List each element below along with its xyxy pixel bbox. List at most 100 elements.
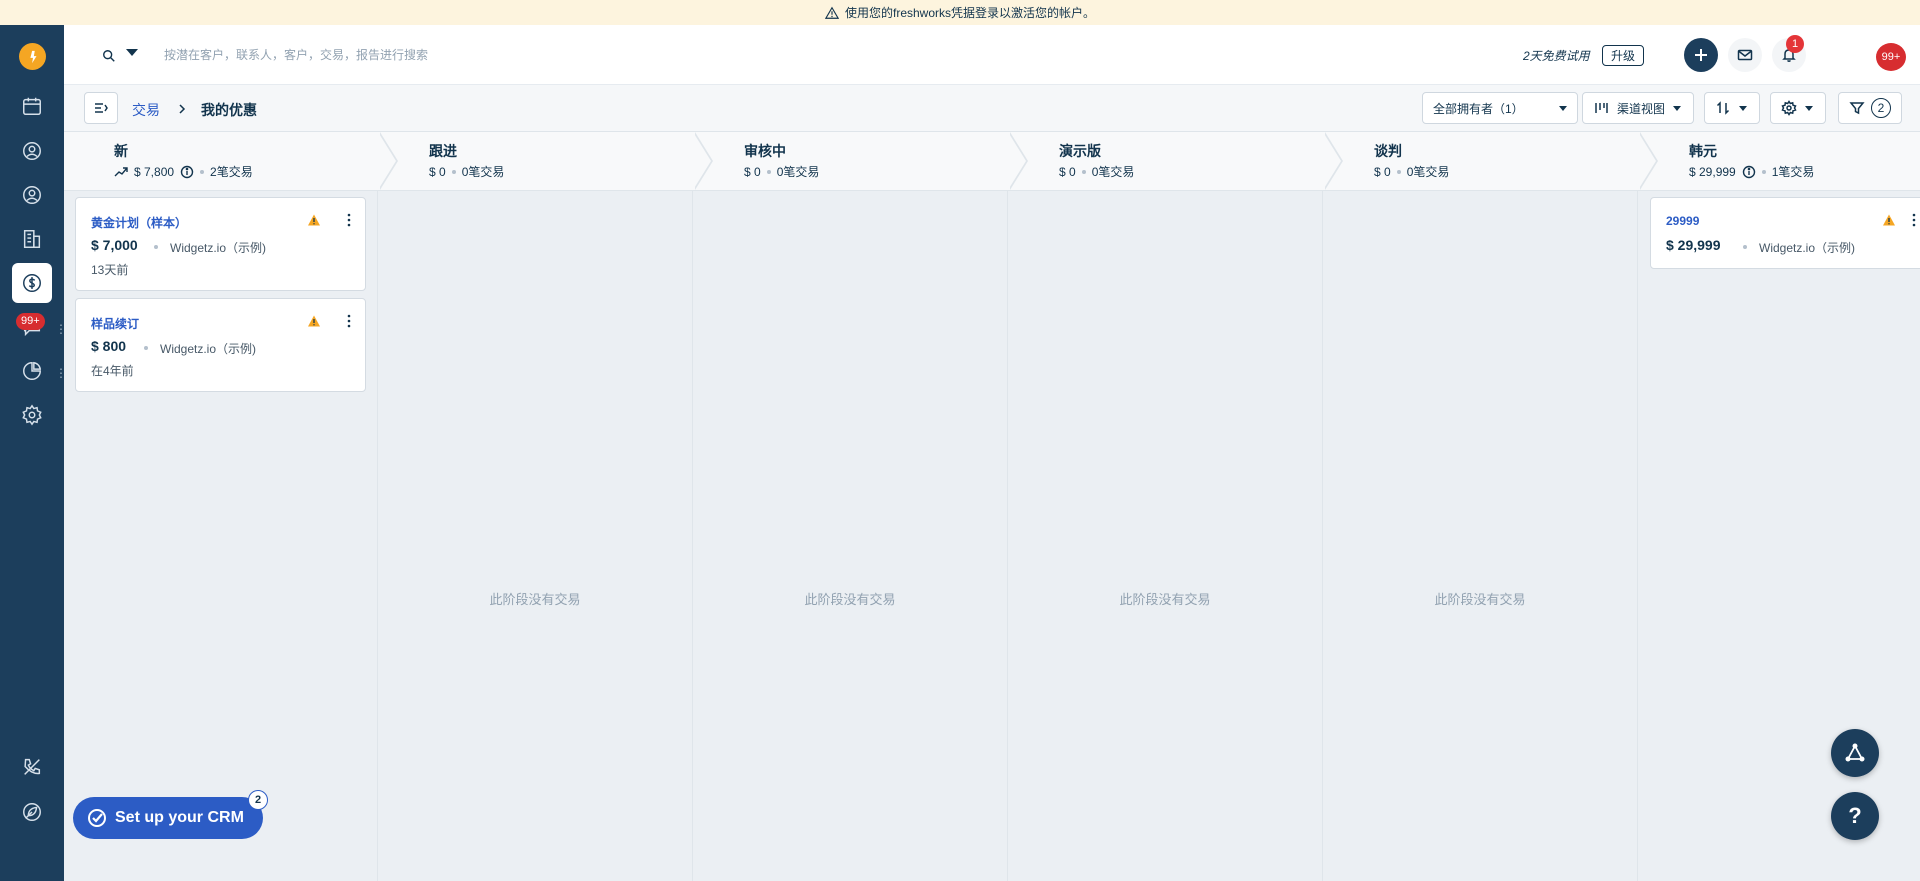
warning-icon [824,6,839,19]
collapse-list-icon [95,103,108,113]
deal-card[interactable]: 样品续订 $ 800 Widgetz.io（示例) 在4年前 [75,298,366,392]
stage-amount: $ 0 [744,164,761,179]
chevron-down-icon [1739,105,1747,111]
stage-header-won: 韩元 $ 29,999 1笔交易 [1638,132,1920,190]
stage-deal-count: 0笔交易 [776,165,820,179]
stage-deal-count: 2笔交易 [210,165,253,179]
stage-column-negotiation: 此阶段没有交易 [1323,191,1638,881]
workflow-fab-button[interactable] [1831,729,1879,777]
help-icon: ? [1848,803,1862,828]
stage-header-review: 审核中 $ 0 0笔交易 [693,132,1028,190]
owner-filter-label: 全部拥有者（1） [1433,101,1524,116]
owner-filter-select[interactable]: 全部拥有者（1） [1422,92,1578,124]
stage-summary: $ 29,999 1笔交易 [1689,163,1814,180]
stage-name: 演示版 [1059,143,1101,159]
trial-text: 2天免费试用 [1523,49,1590,63]
sidebar-item-deals[interactable] [12,263,52,303]
filter-icon [1849,102,1865,115]
quick-add-button[interactable] [1684,38,1718,72]
email-button[interactable] [1728,38,1762,72]
deal-amount: $ 29,999 [1666,237,1721,253]
stage-amount: $ 0 [429,164,446,179]
sidebar-item-users[interactable] [12,175,52,215]
sidebar-item-settings[interactable] [12,395,52,435]
deals-toolbar: 交易 我的优惠 全部拥有者（1） 渠道视图 2 [64,85,1920,132]
deal-company-link[interactable]: Widgetz.io（示例) [160,340,256,357]
sidebar-item-reports[interactable] [12,351,52,391]
mail-icon [1737,49,1753,61]
pipeline-board: 新 $ 7,800 2笔交易 跟进 $ 0 0笔交易 审核中 $ 0 0笔交易 … [64,132,1920,881]
trend-up-icon [114,166,128,176]
deal-card[interactable]: 29999 $ 29,999 Widgetz.io（示例) [1650,197,1920,269]
more-options-icon[interactable] [1907,212,1920,228]
stage-summary: $ 7,800 2笔交易 [114,163,253,180]
upgrade-button[interactable]: 升级 [1602,45,1645,66]
conversations-badge: 99+ [16,313,45,330]
stage-summary: $ 0 0笔交易 [429,163,504,180]
settings-icon [22,404,42,426]
filter-button[interactable]: 2 [1838,92,1902,124]
info-icon[interactable] [1742,165,1756,179]
deal-card[interactable]: 黄金计划（样本） $ 7,000 Widgetz.io（示例) 13天前 [75,197,366,291]
deal-title-link[interactable]: 29999 [1666,214,1699,228]
chevron-down-icon [1559,105,1567,111]
stage-amount: $ 7,800 [134,164,175,179]
help-button[interactable]: ? [1831,792,1879,840]
accounts-icon [23,230,41,248]
more-options-icon[interactable] [342,212,356,228]
deal-company-link[interactable]: Widgetz.io（示例) [1759,239,1855,256]
empty-stage-message: 此阶段没有交易 [1434,592,1526,607]
sidebar-item-accounts[interactable] [12,219,52,259]
stage-amount: $ 0 [1374,164,1391,179]
toggle-views-button[interactable] [84,92,118,124]
empty-stage-message: 此阶段没有交易 [804,592,896,607]
sidebar-item-contacts[interactable] [12,131,52,171]
warning-icon [1883,214,1895,226]
freshsales-logo-icon[interactable] [19,43,46,70]
breadcrumb-deals-link[interactable]: 交易 [132,100,160,120]
search-input[interactable] [164,43,664,67]
stage-summary: $ 0 0笔交易 [1374,163,1449,180]
calendar-icon [23,97,41,115]
search-icon[interactable] [102,49,116,63]
settings-button[interactable] [1770,92,1826,124]
sidebar-item-phone[interactable] [12,747,52,787]
deal-title-link[interactable]: 样品续订 [91,315,139,332]
conversations-more-icon[interactable]: ⋮ [55,323,67,335]
page-title: 我的优惠 [201,102,257,118]
leaf-icon [23,803,41,821]
deal-title-link[interactable]: 黄金计划（样本） [91,214,187,231]
deal-time: 13天前 [91,263,129,277]
stage-summary: $ 0 0笔交易 [1059,163,1134,180]
stage-column-new [64,191,378,881]
sidebar-item-leaf[interactable] [12,792,52,832]
alerts-count-badge[interactable]: 99+ [1876,43,1906,71]
deal-amount: $ 800 [91,338,127,354]
reports-icon [23,361,42,380]
warning-icon [308,315,320,327]
sidebar-item-calendar[interactable] [12,86,52,126]
setup-crm-button[interactable]: Set up your CRM [73,797,263,839]
stage-header-new: 新 $ 7,800 2笔交易 [64,132,398,190]
phone-icon [24,758,41,775]
stage-deal-count: 1笔交易 [1771,165,1815,179]
view-select[interactable]: 渠道视图 [1582,92,1694,124]
check-circle-icon [88,809,106,827]
more-options-icon[interactable] [342,313,356,329]
deal-company-link[interactable]: Widgetz.io（示例) [170,239,266,256]
stage-amount: $ 0 [1059,164,1076,179]
search-scope-dropdown-icon[interactable] [126,49,138,56]
deal-amount: $ 7,000 [91,237,138,253]
chevron-down-icon [1673,105,1682,111]
sort-button[interactable] [1704,92,1760,124]
breadcrumb-chevron-icon [176,102,188,114]
stage-name: 跟进 [429,143,457,159]
reports-more-icon[interactable]: ⋮ [55,367,67,379]
stage-deal-count: 0笔交易 [1091,165,1135,179]
info-icon[interactable] [180,165,194,179]
empty-stage-message: 此阶段没有交易 [1119,592,1211,607]
warning-icon [308,214,320,226]
setup-crm-label: Set up your CRM [115,809,244,826]
pipeline-view-icon [1595,103,1608,113]
stage-deal-count: 0笔交易 [461,165,505,179]
